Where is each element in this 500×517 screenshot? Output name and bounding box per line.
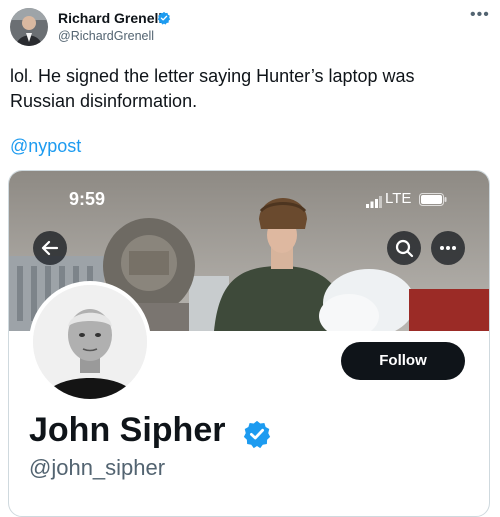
mention-link[interactable]: @nypost [10, 136, 81, 157]
verified-badge-icon [157, 11, 171, 25]
profile-more-button[interactable] [431, 231, 465, 265]
search-icon [395, 239, 414, 258]
follow-button[interactable]: Follow [341, 342, 465, 380]
battery-icon [419, 193, 447, 206]
author-handle[interactable]: @RichardGrenell [58, 29, 154, 43]
profile-avatar[interactable] [29, 281, 151, 403]
author-name[interactable]: Richard Grenell [58, 10, 162, 26]
verified-badge-icon [243, 420, 271, 449]
profile-handle: @john_sipher [29, 455, 166, 480]
profile-name: John Sipher [29, 411, 226, 449]
embedded-profile-screenshot[interactable]: 9:59 LTE Follow John Sipher @john_sipher [8, 170, 490, 517]
search-button[interactable] [387, 231, 421, 265]
more-horizontal-icon [440, 246, 456, 250]
tweet-text: lol. He signed the letter saying Hunter’… [10, 66, 415, 111]
status-bar-time: 9:59 [69, 189, 106, 209]
more-icon[interactable]: ••• [470, 6, 490, 24]
back-button[interactable] [33, 231, 67, 265]
signal-icon [366, 196, 382, 208]
author-avatar[interactable] [10, 8, 48, 46]
back-arrow-icon [41, 240, 59, 256]
network-label: LTE [385, 190, 412, 207]
